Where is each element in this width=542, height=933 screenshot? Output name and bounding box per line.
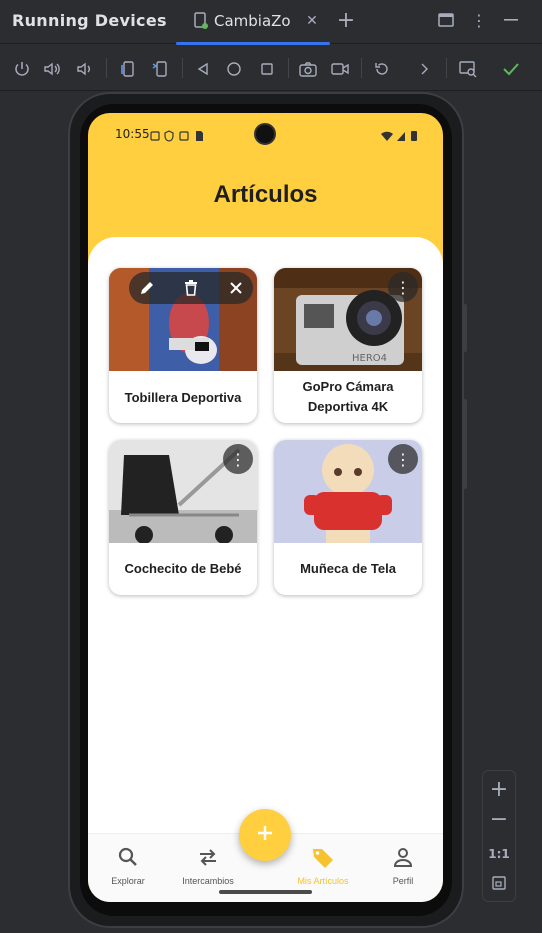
window-layout-icon[interactable] [437,11,455,29]
device-tab[interactable]: CambiaZo ✕ [176,0,330,45]
nav-perfil[interactable]: Perfil [363,846,443,886]
layout-inspector-icon[interactable] [458,59,478,79]
gesture-bar [219,890,312,894]
device-toolbar [0,45,542,91]
device-icon [192,12,210,30]
item-card-cochecito[interactable]: ⋮ Cochecito de Bebé [109,440,257,595]
tag-icon [311,849,335,872]
nav-explorar[interactable]: Explorar [88,846,168,886]
ide-window-title: Running Devices [12,11,167,30]
checkmark-icon[interactable] [501,59,521,79]
overview-icon[interactable] [257,59,277,79]
item-name: GoPro Cámara Deportiva 4K [302,379,394,414]
ide-title-bar: Running Devices CambiaZo ✕ + ⋮ [0,0,542,45]
home-icon[interactable] [224,59,244,79]
front-camera [254,123,276,145]
page-title: Artículos [213,181,318,208]
reset-icon[interactable] [372,59,392,79]
more-vert-icon: ⋮ [395,277,411,297]
delete-icon[interactable] [175,272,207,304]
nav-label: Intercambios [182,876,234,886]
zoom-out-icon[interactable]: − [483,807,515,832]
device-side-button [463,304,467,352]
nav-intercambios[interactable]: Intercambios [168,846,248,886]
zoom-in-icon[interactable]: + [483,777,515,802]
device-side-button [463,399,467,489]
notification-icons [150,127,208,146]
item-name: Tobillera Deportiva [124,390,242,405]
device-tab-label: CambiaZo [214,12,291,30]
edit-icon[interactable] [131,272,163,304]
item-card-tobillera[interactable]: Tobillera Deportiva [109,268,257,423]
fit-screen-icon[interactable] [483,875,515,895]
rotate-right-icon[interactable] [150,59,170,79]
power-icon[interactable] [12,59,32,79]
items-list: Tobillera Deportiva HERO4 ⋮ GoPro Cámara… [88,237,443,837]
plus-icon [256,824,274,846]
nav-mis-articulos[interactable]: Mis Artículos [283,846,363,886]
more-vert-icon: ⋮ [230,449,246,469]
more-options-button[interactable]: ⋮ [223,444,253,474]
minimize-icon[interactable] [502,11,520,29]
nav-label: Mis Artículos [297,876,349,886]
system-status-icons [380,127,420,146]
search-icon [117,847,139,872]
more-vert-icon: ⋮ [395,449,411,469]
zoom-actual-size-button[interactable]: 1:1 [483,847,515,861]
chevron-right-icon[interactable] [414,59,434,79]
more-options-button[interactable]: ⋮ [388,272,418,302]
nav-label: Explorar [111,876,145,886]
zoom-controls: + − 1:1 [482,770,516,902]
swap-icon [197,849,219,872]
more-options-button[interactable]: ⋮ [388,444,418,474]
status-time: 10:55 [115,127,150,141]
item-name: Muñeca de Tela [300,561,396,576]
person-icon [392,848,414,872]
add-tab-icon[interactable]: + [336,8,356,33]
volume-down-icon[interactable] [75,59,95,79]
close-icon[interactable] [220,272,252,304]
screen-record-icon[interactable] [330,59,350,79]
back-icon[interactable] [193,59,213,79]
item-card-muneca[interactable]: ⋮ Muñeca de Tela [274,440,422,595]
add-item-button[interactable] [239,809,291,861]
device-screen: 10:55 Artículos Tobillera Deportiva HERO… [88,113,443,902]
volume-up-icon[interactable] [43,59,63,79]
rotate-left-icon[interactable] [117,59,137,79]
status-bar: 10:55 [88,113,443,153]
nav-label: Perfil [392,876,414,886]
item-name: Cochecito de Bebé [124,561,242,576]
more-options-icon[interactable]: ⋮ [470,11,488,30]
screenshot-icon[interactable] [298,59,318,79]
close-tab-icon[interactable]: ✕ [304,13,320,29]
svg-text:HERO4: HERO4 [352,353,387,364]
item-actions-toolbar [129,272,253,304]
item-card-gopro[interactable]: HERO4 ⋮ GoPro Cámara Deportiva 4K [274,268,422,423]
